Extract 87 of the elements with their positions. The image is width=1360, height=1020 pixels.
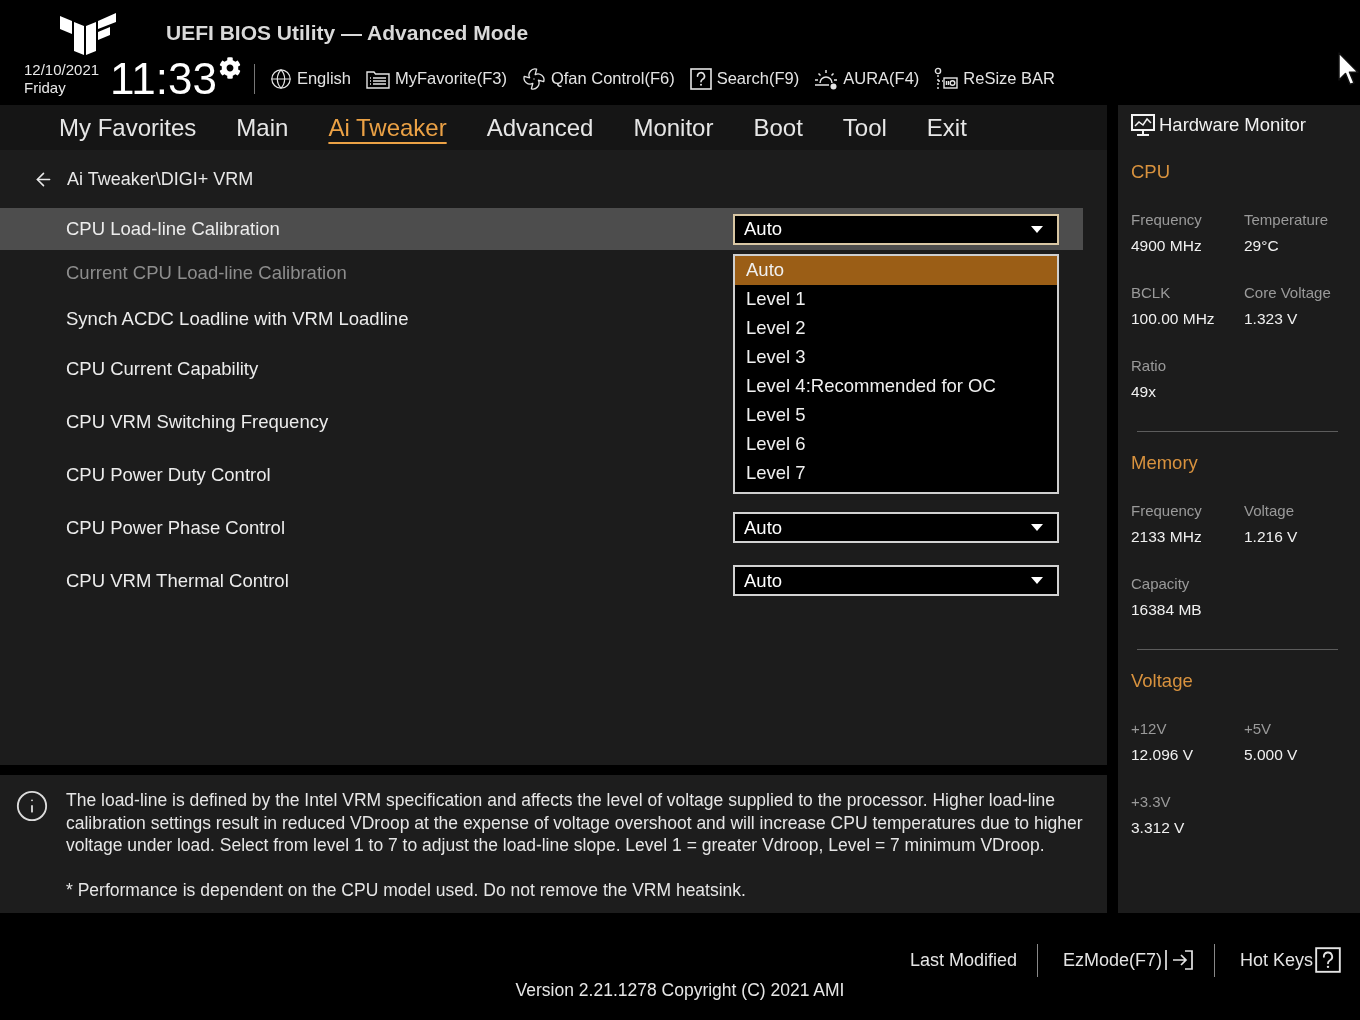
dropdown-option[interactable]: Level 3 <box>735 342 1057 372</box>
monitor-label: +3.3V <box>1131 792 1172 812</box>
weekday-text: Friday <box>24 78 67 97</box>
menu-tab[interactable]: Exit <box>926 112 967 143</box>
monitor-label: Frequency <box>1131 210 1203 230</box>
help-icon <box>1315 947 1341 973</box>
select-dropdown[interactable]: Auto <box>733 213 1059 245</box>
select-dropdown[interactable]: Auto <box>733 512 1059 543</box>
panel-title: Hardware Monitor <box>1159 114 1307 136</box>
menu-tab[interactable]: Main <box>236 112 289 143</box>
monitor-value: 4900 MHz <box>1131 236 1203 256</box>
monitor-value: 2133 MHz <box>1131 527 1203 547</box>
info-icon <box>15 789 49 823</box>
menu-tab[interactable]: Boot <box>753 112 803 143</box>
sun-icon <box>814 67 839 90</box>
graphics-card-icon <box>934 66 959 91</box>
monitor-chart-icon <box>1131 114 1155 136</box>
dropdown-option[interactable]: Level 6 <box>735 429 1057 459</box>
dropdown-option[interactable]: Level 1 <box>735 284 1057 314</box>
setting-label: CPU Load-line Calibration <box>66 218 280 240</box>
dropdown-option[interactable]: Level 4:Recommended for OC <box>735 371 1057 401</box>
monitor-value: 29°C <box>1244 236 1280 256</box>
menu-tab[interactable]: Ai Tweaker <box>328 112 447 143</box>
caret-icon <box>1031 577 1043 584</box>
version-text: Version 2.21.1278 Copyright (C) 2021 AMI <box>514 979 846 1001</box>
window-title: UEFI BIOS Utility — Advanced Mode <box>166 20 529 45</box>
footer-button[interactable]: EzMode(F7) <box>1062 949 1194 971</box>
menu-tab[interactable]: Tool <box>842 112 887 143</box>
monitor-value: 16384 MB <box>1131 600 1203 620</box>
toolbar-button[interactable]: MyFavorite(F3) <box>366 68 507 89</box>
mouse-pointer-icon <box>1338 52 1360 88</box>
monitor-value: 3.312 V <box>1131 818 1186 838</box>
caret-icon <box>1031 524 1043 531</box>
menu-tab[interactable]: Monitor <box>633 112 714 143</box>
menu-tab[interactable]: My Favorites <box>59 112 197 143</box>
monitor-label: Ratio <box>1131 356 1168 376</box>
section-heading: CPU <box>1131 160 1172 184</box>
toolbar-button[interactable]: AURA(F4) <box>814 67 920 90</box>
breadcrumb: Ai Tweaker\DIGI+ VRM <box>67 168 254 190</box>
dropdown-option[interactable]: Level 5 <box>735 400 1057 430</box>
setting-label: CPU VRM Switching Frequency <box>66 410 329 433</box>
monitor-label: Capacity <box>1131 574 1191 594</box>
section-heading: Memory <box>1131 451 1199 475</box>
setting-label: Current CPU Load-line Calibration <box>66 262 347 284</box>
globe-icon <box>269 67 292 90</box>
clock-time: 11:33 <box>110 57 217 100</box>
toolbar-button[interactable]: Qfan Control(F6) <box>521 66 675 91</box>
logo-icon <box>60 10 116 55</box>
selected-row[interactable]: CPU Load-line Calibration Auto <box>0 208 1083 250</box>
settings-icon[interactable] <box>218 57 241 79</box>
toolbar-button[interactable]: ReSize BAR <box>934 66 1055 91</box>
help-text: The load-line is defined by the Intel VRM specification and affects the level of voltage supplied to the processor. Higher load-line calibration settings result in reduced VDroop at the expense of voltage overshoot and will increase CPU temperatures due to higher voltage under load. Select from level 1 to 7 to adjust the load-line slope. Level 1 = greater Vdroop, Level = 7 minimum VDroop. <box>66 789 1084 857</box>
fan-icon <box>521 66 546 91</box>
select-dropdown[interactable]: Auto <box>733 565 1059 596</box>
monitor-label: Core Voltage <box>1244 283 1332 303</box>
monitor-label: Temperature <box>1244 210 1330 230</box>
monitor-label: Frequency <box>1131 501 1203 521</box>
monitor-label: BCLK <box>1131 283 1172 303</box>
footer-button[interactable]: Hot Keys <box>1239 947 1341 973</box>
menu-tab[interactable]: Advanced <box>486 112 594 143</box>
monitor-value: 1.323 V <box>1244 309 1299 329</box>
help-text: * Performance is dependent on the CPU model used. Do not remove the VRM heatsink. <box>66 879 747 902</box>
setting-label: CPU Power Duty Control <box>66 463 271 486</box>
dropdown-option[interactable]: Auto <box>735 255 1057 285</box>
setting-label: CPU Power Phase Control <box>66 516 285 539</box>
setting-label: Synch ACDC Loadline with VRM Loadline <box>66 308 409 330</box>
toolbar-button[interactable]: Search(F9) <box>689 67 800 90</box>
monitor-value: 1.216 V <box>1244 527 1299 547</box>
monitor-label: +5V <box>1244 719 1273 739</box>
dropdown-option[interactable]: Level 2 <box>735 313 1057 343</box>
monitor-value: 12.096 V <box>1131 745 1195 765</box>
date-text: 12/10/2021 <box>24 60 100 79</box>
toolbar-button[interactable]: English <box>269 67 352 90</box>
exit-arrow-icon <box>1163 949 1194 971</box>
list-folder-icon <box>366 68 391 89</box>
monitor-value: 100.00 MHz <box>1131 309 1216 329</box>
section-heading: Voltage <box>1131 669 1194 693</box>
setting-label: CPU Current Capability <box>66 357 259 380</box>
monitor-label: +12V <box>1131 719 1168 739</box>
caret-icon <box>1031 225 1043 233</box>
monitor-value: 49x <box>1131 382 1157 402</box>
setting-label: CPU VRM Thermal Control <box>66 569 289 592</box>
monitor-value: 5.000 V <box>1244 745 1299 765</box>
monitor-label: Voltage <box>1244 501 1296 521</box>
dropdown-option[interactable]: Level 7 <box>735 458 1057 488</box>
search-icon <box>689 67 712 90</box>
footer-button[interactable]: Last Modified <box>909 949 1017 971</box>
